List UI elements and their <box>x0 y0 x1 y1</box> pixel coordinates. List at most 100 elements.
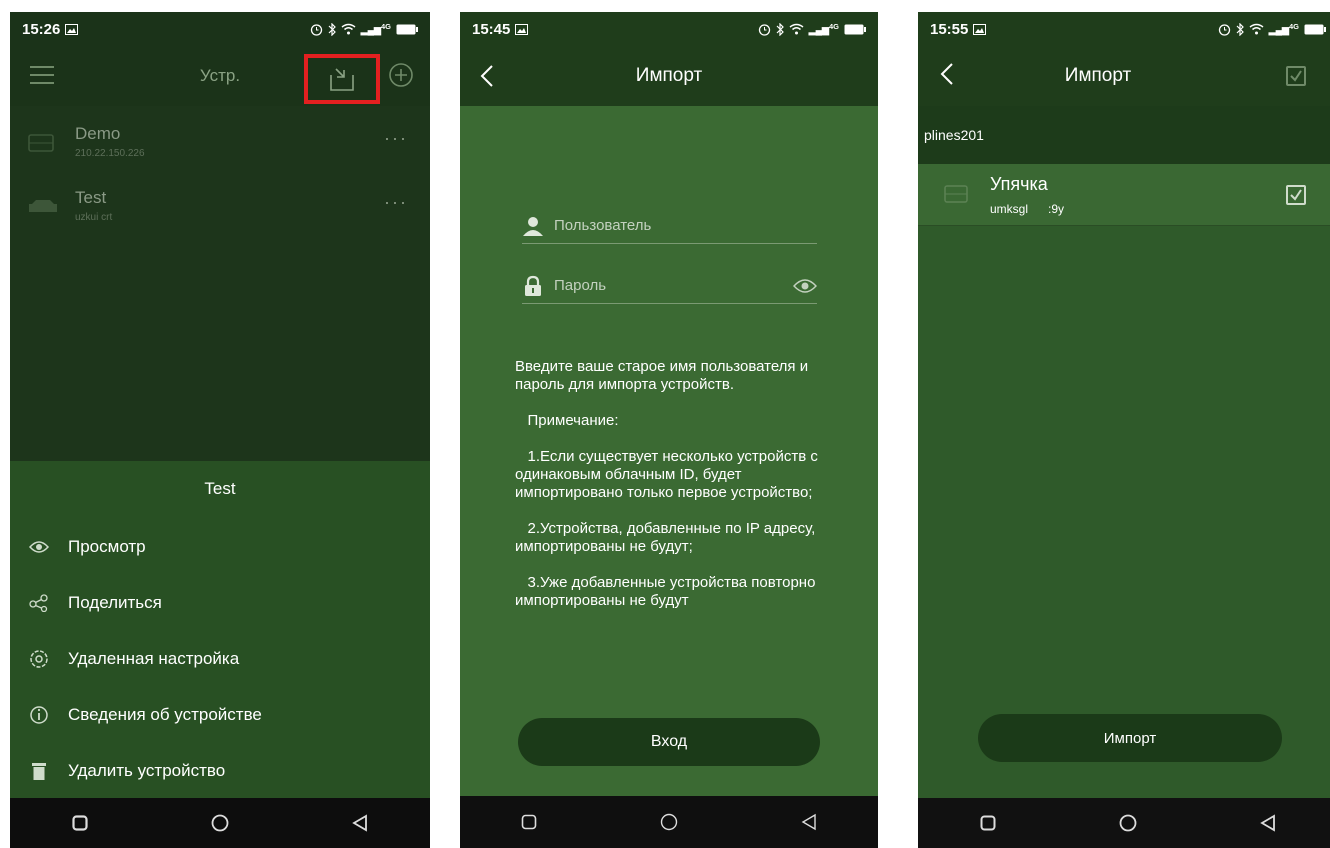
status-bar: 15:26 ▂▄▆4G <box>10 12 430 46</box>
eye-icon[interactable] <box>793 278 817 294</box>
add-device-icon[interactable] <box>388 62 414 88</box>
bluetooth-icon <box>328 22 336 36</box>
recents-icon[interactable] <box>980 815 996 831</box>
device-id: umksgl :9y <box>990 202 1065 216</box>
network-type: 4G <box>1288 22 1299 31</box>
eye-icon <box>29 541 49 553</box>
back-icon[interactable] <box>352 814 368 832</box>
account-name: plines201 <box>924 127 984 143</box>
sheet-title: Test <box>204 479 236 498</box>
battery-icon <box>844 24 866 34</box>
home-icon[interactable] <box>660 813 678 831</box>
trash-icon <box>32 763 46 780</box>
import-instructions: Введите ваше старое имя пользователя и п… <box>515 358 833 628</box>
device-list: Demo 210.22.150.226 ··· Test uzkui crt ·… <box>10 106 430 461</box>
menu-item-delete-device[interactable]: Удалить устройство <box>10 743 430 799</box>
password-input[interactable] <box>544 277 793 294</box>
info-icon <box>30 706 48 724</box>
password-field[interactable] <box>522 268 817 304</box>
select-all-checkbox[interactable] <box>1286 66 1306 86</box>
note-title: Примечание: <box>515 412 619 429</box>
home-icon[interactable] <box>1119 814 1137 832</box>
status-bar: 15:45 ▂▄▆4G <box>460 12 878 46</box>
menu-item-label: Удаленная настройка <box>68 649 240 668</box>
status-bar: 15:55 ▂▄▆4G <box>918 12 1330 46</box>
device-name: Test <box>75 188 107 207</box>
recents-icon[interactable] <box>521 814 537 830</box>
menu-item-view[interactable]: Просмотр <box>10 519 430 575</box>
bluetooth-icon <box>776 22 784 36</box>
device-icon <box>28 134 54 152</box>
device-name: Упячка <box>990 174 1048 194</box>
settings-icon <box>30 650 48 668</box>
home-icon[interactable] <box>211 814 229 832</box>
device-address: 210.22.150.226 <box>75 148 145 159</box>
lock-icon <box>525 275 541 296</box>
back-icon[interactable] <box>801 813 817 831</box>
username-input[interactable] <box>544 217 817 234</box>
status-time: 15:26 <box>22 20 61 38</box>
system-nav-bar <box>460 796 878 848</box>
list-item[interactable]: Demo 210.22.150.226 ··· <box>10 114 430 176</box>
recents-icon[interactable] <box>72 815 88 831</box>
import-icon <box>330 68 354 91</box>
menu-item-remote-settings[interactable]: Удаленная настройка <box>10 631 430 687</box>
menu-item-device-info[interactable]: Сведения об устройстве <box>10 687 430 743</box>
signal-icon: ▂▄▆4G <box>808 22 839 35</box>
import-button[interactable] <box>304 54 380 104</box>
battery-icon <box>1304 24 1326 34</box>
device-address: uzkui crt <box>75 212 113 223</box>
screen-devices: 15:26 ▂▄▆4G Устр. Demo 210.22.150.226 ··… <box>10 12 430 848</box>
gallery-icon <box>515 23 529 35</box>
more-icon[interactable]: ··· <box>384 192 408 213</box>
device-name: Demo <box>75 124 121 143</box>
menu-item-label: Просмотр <box>68 537 146 556</box>
list-item[interactable]: Упячка umksgl :9y <box>918 164 1330 226</box>
share-icon <box>29 594 48 612</box>
menu-item-label: Сведения об устройстве <box>68 705 262 724</box>
check-icon <box>1290 70 1302 82</box>
network-type: 4G <box>828 22 839 31</box>
more-icon[interactable]: ··· <box>384 128 408 149</box>
alarm-icon <box>758 23 770 36</box>
login-button[interactable]: Вход <box>518 718 820 766</box>
page-title: Импорт <box>1064 65 1132 86</box>
wifi-icon <box>1249 23 1264 35</box>
app-bar: Импорт <box>460 46 878 106</box>
app-bar: Устр. <box>10 46 430 106</box>
intro-text: Введите ваше старое имя пользователя и п… <box>515 358 809 393</box>
device-checkbox[interactable] <box>1286 185 1306 205</box>
gallery-icon <box>973 23 987 35</box>
action-sheet: Test Просмотр Поделиться Удаленная настр… <box>10 461 430 798</box>
wifi-icon <box>341 23 356 35</box>
system-nav-bar <box>10 798 430 848</box>
account-header: plines201 <box>918 106 1330 164</box>
list-item[interactable]: Test uzkui crt ··· <box>10 178 430 240</box>
system-nav-bar <box>918 798 1330 848</box>
device-icon <box>944 185 968 203</box>
note-3: 3.Уже добавленные устройства повторно им… <box>515 574 820 609</box>
screen-import-login: 15:45 ▂▄▆4G Импорт Введите ваше старое и… <box>460 12 878 848</box>
signal-icon: ▂▄▆4G <box>360 22 391 35</box>
network-type: 4G <box>380 22 391 31</box>
alarm-icon <box>1218 23 1230 36</box>
user-icon <box>523 216 543 236</box>
bluetooth-icon <box>1236 22 1244 36</box>
wifi-icon <box>789 23 804 35</box>
screen-import-select: 15:55 ▂▄▆4G Импорт plines201 Упячка umks… <box>918 12 1330 848</box>
note-2: 2.Устройства, добавленные по IP адресу, … <box>515 520 820 555</box>
import-button[interactable]: Импорт <box>978 714 1282 762</box>
battery-icon <box>396 24 418 34</box>
note-1: 1.Если существует несколько устройств с … <box>515 448 823 501</box>
back-icon[interactable] <box>1260 814 1276 832</box>
gallery-icon <box>65 23 79 35</box>
menu-item-label: Удалить устройство <box>68 761 226 780</box>
signal-icon: ▂▄▆4G <box>1268 22 1299 35</box>
check-icon <box>1290 189 1302 201</box>
alarm-icon <box>310 23 322 36</box>
status-time: 15:45 <box>472 20 511 38</box>
page-title: Импорт <box>635 65 703 86</box>
username-field[interactable] <box>522 208 817 244</box>
menu-item-share[interactable]: Поделиться <box>10 575 430 631</box>
device-icon <box>29 200 57 212</box>
